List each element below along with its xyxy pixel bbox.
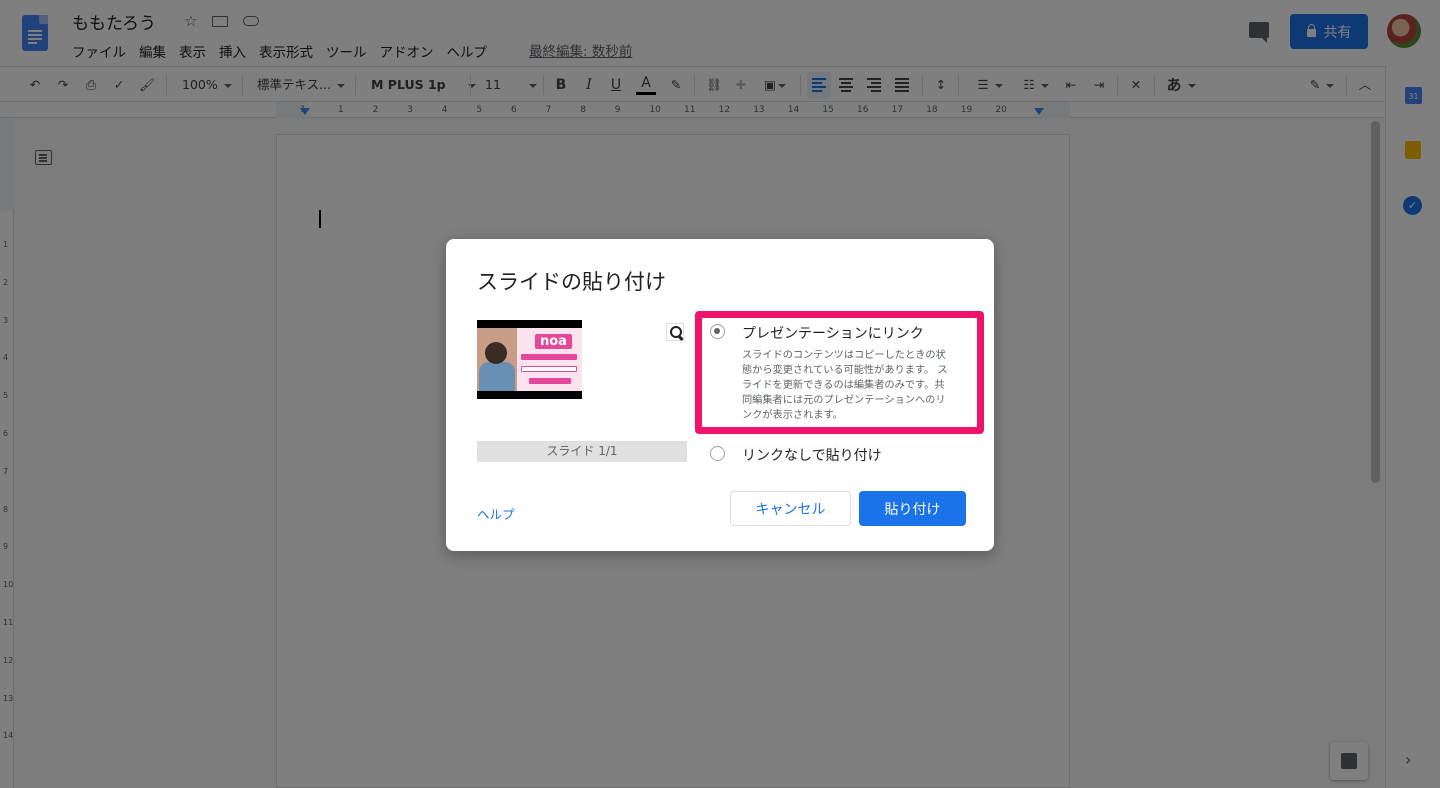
option-link-label[interactable]: プレゼンテーションにリンク <box>742 323 924 343</box>
paste-slide-dialog: スライドの貼り付け noa スライド 1/1 プレゼンテーションにリンク スライ… <box>446 239 994 551</box>
option-link-description: スライドのコンテンツはコピーしたときの状態から変更されている可能性があります。 … <box>742 350 948 421</box>
option-nolink-label[interactable]: リンクなしで貼り付け <box>742 445 882 465</box>
cancel-button[interactable]: キャンセル <box>730 491 851 526</box>
dialog-title: スライドの貼り付け <box>477 270 666 294</box>
paste-button[interactable]: 貼り付け <box>859 491 966 526</box>
slide-counter: スライド 1/1 <box>477 441 687 462</box>
slide-thumbnail: noa <box>477 320 582 399</box>
thumbnail-logo: noa <box>535 334 572 349</box>
radio-link-to-presentation[interactable] <box>710 324 725 339</box>
radio-paste-unlinked[interactable] <box>710 446 725 461</box>
zoom-in-icon[interactable] <box>666 323 684 341</box>
help-link[interactable]: ヘルプ <box>477 504 515 523</box>
